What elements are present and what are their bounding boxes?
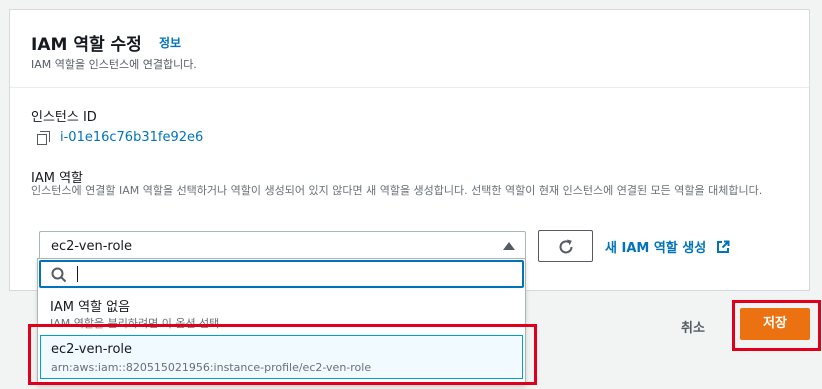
caret-up-icon <box>503 242 515 250</box>
create-iam-role-label: 새 IAM 역할 생성 <box>605 241 707 256</box>
option-ec2-ven-role[interactable]: ec2-ven-role arn:aws:iam::820515021956:i… <box>40 335 523 379</box>
info-link[interactable]: 정보 <box>159 34 181 51</box>
panel-header: IAM 역할 수정 정보 IAM 역할을 인스턴스에 연결합니다. <box>10 10 809 88</box>
text-cursor <box>77 266 78 282</box>
external-link-icon <box>717 240 730 253</box>
dropdown-search-input[interactable] <box>75 264 515 284</box>
refresh-icon <box>559 239 573 254</box>
iam-role-dropdown: IAM 역할 없음 IAM 역할을 분리하려면 이 옵션 선택 ec2-ven-… <box>37 258 526 385</box>
option-description: arn:aws:iam::820515021956:instance-profi… <box>51 361 372 374</box>
option-label: IAM 역할 없음 <box>50 300 131 315</box>
copy-icon[interactable] <box>37 130 51 145</box>
instance-id-row: i-01e16c76b31fe92e6 <box>37 130 203 145</box>
cancel-button[interactable]: 취소 <box>675 314 711 339</box>
selected-role-value: ec2-ven-role <box>51 239 133 254</box>
instance-id-value[interactable]: i-01e16c76b31fe92e6 <box>60 130 203 145</box>
option-label: ec2-ven-role <box>51 342 133 357</box>
option-description: IAM 역할을 분리하려면 이 옵션 선택 <box>50 317 220 330</box>
instance-id-label: 인스턴스 ID <box>31 110 97 125</box>
save-button[interactable]: 저장 <box>740 308 810 340</box>
page-subtitle: IAM 역할을 인스턴스에 연결합니다. <box>31 58 197 71</box>
refresh-button[interactable] <box>538 230 593 262</box>
dropdown-search-box[interactable] <box>39 260 524 288</box>
edit-iam-role-panel: IAM 역할 수정 정보 IAM 역할을 인스턴스에 연결합니다. 인스턴스 I… <box>9 9 810 291</box>
search-icon <box>51 267 67 283</box>
page-title: IAM 역할 수정 <box>31 35 142 55</box>
create-iam-role-link[interactable]: 새 IAM 역할 생성 <box>605 237 730 256</box>
iam-role-description: 인스턴스에 연결할 IAM 역할을 선택하거나 역할이 생성되어 있지 않다면 … <box>31 184 763 197</box>
option-no-iam-role[interactable]: IAM 역할 없음 IAM 역할을 분리하려면 이 옵션 선택 <box>38 291 525 333</box>
